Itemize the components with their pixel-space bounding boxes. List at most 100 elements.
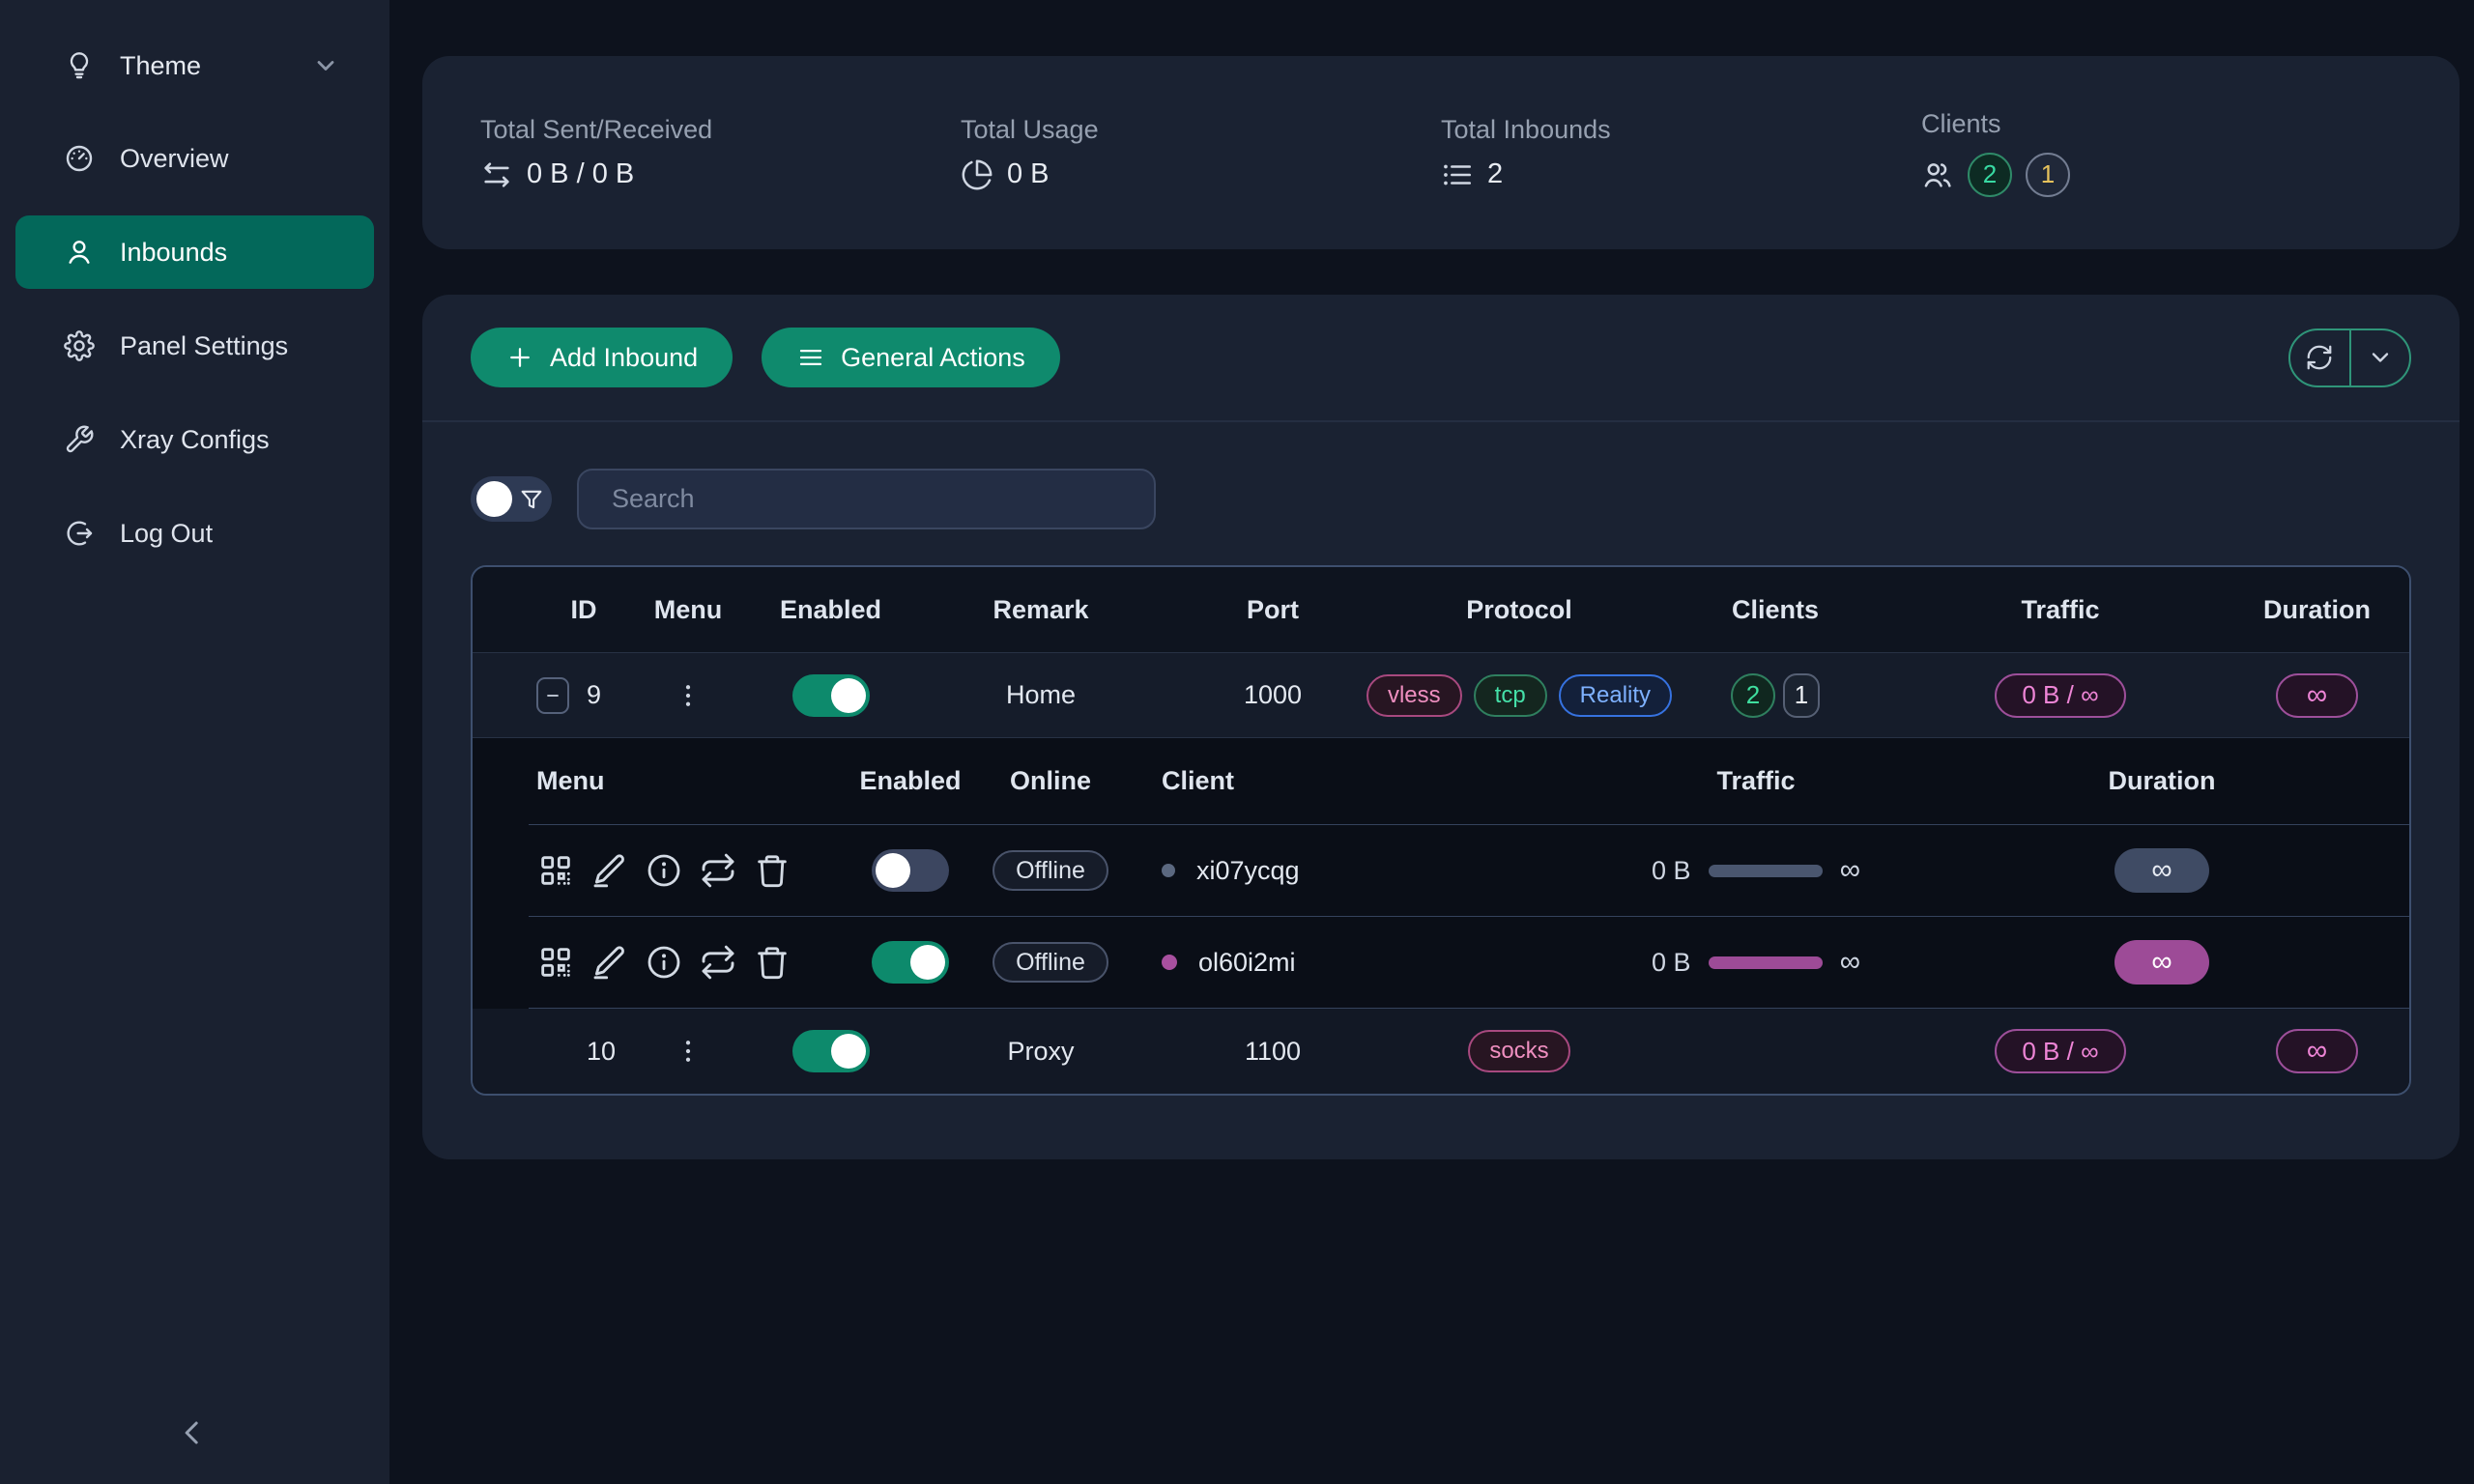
col-header-traffic: Traffic	[1896, 595, 2225, 625]
plus-icon	[505, 343, 534, 372]
theme-selector[interactable]: Theme	[15, 29, 374, 102]
client-row: Offline ol60i2mi 0 B ∞ ∞	[529, 917, 2409, 1009]
sidebar-item-label: Xray Configs	[120, 425, 270, 455]
stat-total-usage: Total Usage 0 B	[961, 115, 1441, 191]
client-enabled-toggle[interactable]	[872, 849, 949, 892]
chevron-left-icon	[173, 1413, 212, 1452]
toggle-knob	[476, 481, 512, 517]
client-duration-badge: ∞	[2114, 940, 2209, 985]
inbound-id: 9	[587, 680, 601, 710]
search-input[interactable]	[577, 469, 1156, 529]
inbounds-panel: Add Inbound General Actions	[422, 295, 2460, 1159]
filter-toggle[interactable]	[471, 476, 552, 522]
sidebar-item-logout[interactable]: Log Out	[15, 497, 374, 570]
reset-traffic-icon[interactable]	[699, 943, 737, 982]
client-traffic-used: 0 B	[1652, 948, 1691, 978]
client-duration-badge: ∞	[2114, 848, 2209, 893]
col-header-duration: Duration	[2225, 595, 2409, 625]
client-traffic-cap: ∞	[1840, 946, 1860, 979]
client-name: ol60i2mi	[1198, 948, 1296, 978]
list-icon	[1441, 158, 1474, 191]
sidebar-item-inbounds[interactable]: Inbounds	[15, 215, 374, 289]
add-inbound-button[interactable]: Add Inbound	[471, 328, 733, 387]
qr-code-icon[interactable]	[536, 851, 575, 890]
toggle-knob	[831, 1034, 866, 1069]
client-col-client: Client	[1123, 766, 1510, 796]
stat-value: 2	[1487, 158, 1503, 190]
clients-total-badge: 1	[1783, 673, 1820, 718]
delete-trash-icon[interactable]	[753, 851, 791, 890]
client-col-online: Online	[978, 766, 1123, 796]
actions-toolbar: Add Inbound General Actions	[422, 295, 2460, 422]
stat-clients: Clients 2 1	[1921, 109, 2402, 197]
sidebar-item-overview[interactable]: Overview	[15, 122, 374, 195]
client-traffic-bar	[1709, 865, 1823, 877]
inbound-row: 10 Proxy 1100 socks 0 B / ∞	[473, 1009, 2409, 1094]
stat-total-sent-received: Total Sent/Received 0 B / 0 B	[480, 115, 961, 191]
col-header-protocol: Protocol	[1384, 595, 1654, 625]
edit-pencil-icon[interactable]	[590, 851, 629, 890]
general-actions-label: General Actions	[841, 343, 1025, 373]
client-online-status: Offline	[992, 850, 1108, 891]
refresh-options-button[interactable]	[2349, 330, 2410, 385]
client-name: xi07ycqg	[1196, 856, 1300, 886]
stat-label: Total Usage	[961, 115, 1441, 145]
info-icon[interactable]	[645, 851, 683, 890]
toggle-knob	[876, 853, 910, 888]
logout-icon	[64, 518, 95, 549]
sidebar-nav: Overview Inbounds Panel Settings	[0, 122, 389, 590]
user-icon	[64, 237, 95, 268]
filter-row	[422, 422, 2460, 529]
client-row: Offline xi07ycqg 0 B ∞ ∞	[529, 825, 2409, 917]
row-menu-button[interactable]	[635, 1037, 741, 1066]
protocol-tag-socks: socks	[1468, 1030, 1569, 1072]
refresh-split-button	[2288, 328, 2411, 387]
qr-code-icon[interactable]	[536, 943, 575, 982]
stat-label: Clients	[1921, 109, 2402, 139]
client-enabled-toggle[interactable]	[872, 941, 949, 984]
col-header-enabled: Enabled	[741, 595, 920, 625]
stat-label: Total Inbounds	[1441, 115, 1921, 145]
client-header-row: Menu Enabled Online Client Traffic Durat…	[529, 738, 2409, 825]
chevron-down-icon	[312, 52, 339, 79]
gauge-icon	[64, 143, 95, 174]
hamburger-icon	[796, 343, 825, 372]
bulb-icon	[64, 50, 95, 81]
table-header-row: ID Menu Enabled Remark Port Protocol Cli…	[473, 567, 2409, 652]
sidebar-item-label: Inbounds	[120, 238, 227, 268]
inbound-remark: Proxy	[920, 1037, 1162, 1067]
row-menu-button[interactable]	[635, 681, 741, 710]
sidebar-item-label: Log Out	[120, 519, 213, 549]
reset-traffic-icon[interactable]	[699, 851, 737, 890]
collapse-row-button[interactable]	[536, 677, 569, 714]
client-col-enabled: Enabled	[843, 766, 978, 796]
refresh-icon	[2305, 343, 2334, 372]
sidebar-collapse-button[interactable]	[166, 1407, 218, 1459]
client-bullet	[1162, 955, 1177, 970]
theme-label: Theme	[120, 51, 201, 81]
inbound-port: 1100	[1162, 1037, 1384, 1067]
delete-trash-icon[interactable]	[753, 943, 791, 982]
client-col-traffic: Traffic	[1510, 766, 2002, 796]
filter-funnel-icon	[518, 486, 545, 513]
duration-badge: ∞	[2276, 673, 2358, 718]
col-header-menu: Menu	[635, 595, 741, 625]
inbound-enabled-toggle[interactable]	[792, 1030, 870, 1072]
info-icon[interactable]	[645, 943, 683, 982]
sidebar-item-xray-configs[interactable]: Xray Configs	[15, 403, 374, 476]
inbound-enabled-toggle[interactable]	[792, 674, 870, 717]
sidebar-item-panel-settings[interactable]: Panel Settings	[15, 309, 374, 383]
protocol-tags: vless tcp Reality	[1366, 674, 1672, 717]
edit-pencil-icon[interactable]	[590, 943, 629, 982]
refresh-button[interactable]	[2290, 330, 2349, 385]
stat-label: Total Sent/Received	[480, 115, 961, 145]
stats-panel: Total Sent/Received 0 B / 0 B Total Usag…	[422, 56, 2460, 249]
toggle-knob	[910, 945, 945, 980]
protocol-tag-vless: vless	[1366, 674, 1462, 717]
stat-total-inbounds: Total Inbounds 2	[1441, 115, 1921, 191]
col-header-clients: Clients	[1654, 595, 1896, 625]
traffic-badge: 0 B / ∞	[1995, 673, 2125, 718]
main-content: Total Sent/Received 0 B / 0 B Total Usag…	[389, 0, 2474, 1484]
stat-value: 0 B	[1007, 158, 1050, 190]
general-actions-button[interactable]: General Actions	[762, 328, 1060, 387]
